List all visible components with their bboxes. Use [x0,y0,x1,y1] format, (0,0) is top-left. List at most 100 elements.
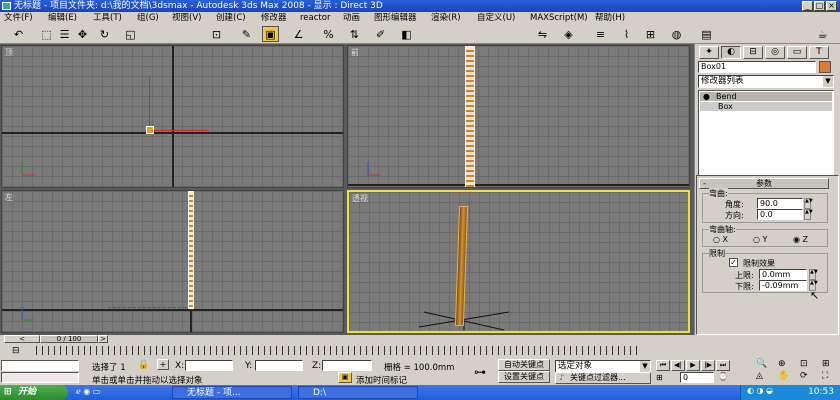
orbit-icon[interactable]: ⟳ [800,371,820,381]
curve-editor-icon[interactable]: ⌇ [618,26,635,42]
set-key-button[interactable]: 设置关键点 [498,371,550,383]
rotate-icon[interactable]: ↻ [96,26,113,42]
prev-frame-button[interactable]: < [4,335,40,343]
maximize-viewport-icon[interactable]: ⛶ [822,371,840,381]
hierarchy-tab-icon[interactable]: ⊟ [743,46,763,59]
viewport-perspective[interactable]: 透视 [347,190,690,333]
maximize-button[interactable]: □ [814,1,825,11]
menu-rendering[interactable]: 渲染(R) [431,12,461,24]
menu-maxscript[interactable]: MAXScript(M) [530,12,588,24]
mirror-icon[interactable]: ◧ [398,26,415,42]
direction-field[interactable]: 0.0 [757,209,803,220]
scale-icon[interactable]: ◱ [122,26,139,42]
menu-group[interactable]: 组(G) [137,12,159,24]
layer-manager-icon[interactable]: ≡ [592,26,609,42]
maxscript-output-field[interactable] [1,372,79,383]
zoom-extents-all-icon[interactable]: ⊞ [822,359,840,369]
pan-icon[interactable]: ✋ [778,371,798,381]
mirror-tool-icon[interactable]: ⇋ [534,26,551,42]
light-bulb-icon[interactable]: ● [703,92,710,101]
maxscript-listener-field[interactable] [1,360,79,371]
menu-create[interactable]: 创建(C) [216,12,246,24]
axis-x-radio[interactable]: ○ X [713,235,728,244]
create-tab-icon[interactable]: ✦ [699,46,719,59]
menu-animation[interactable]: 动画 [343,12,360,24]
close-button[interactable]: × [826,1,837,11]
select-object-icon[interactable]: ⬚ [38,26,55,42]
percent-snap-icon[interactable]: % [320,26,337,42]
key-filters-button[interactable]: ♪ 关键点过滤器... [555,372,651,384]
spinner-snap-icon[interactable]: ⇅ [346,26,363,42]
prev-key-icon[interactable]: ◀| [671,360,685,371]
menu-graph-editors[interactable]: 图形编辑器 [374,12,417,24]
selected-box-top[interactable] [146,126,154,134]
track-bar-toggle-icon[interactable]: ⊟ [12,346,26,357]
pivot-icon[interactable]: ⊡ [208,26,225,42]
taskbar-item-3dsmax[interactable]: 无标题 - 项... [172,386,292,399]
select-manipulate-icon[interactable]: ✎ [238,26,255,42]
key-mode-toggle-icon[interactable]: ⊞ [656,373,668,383]
render-setup-icon[interactable]: ▤ [698,26,715,42]
snap-toggle-icon[interactable]: ▣ [262,26,279,42]
zoom-all-icon[interactable]: ⊕ [778,359,798,369]
utilities-tab-icon[interactable]: T [809,46,829,59]
stack-item-box[interactable]: Box [700,102,832,111]
goto-start-icon[interactable]: ⏮ [656,360,670,371]
object-name-field[interactable]: Box01 [698,61,816,73]
stack-item-bend[interactable]: ● Bend [700,92,832,101]
upper-limit-field[interactable]: 0.0mm [759,269,807,280]
key-mode-icon[interactable]: ⊶ [474,365,486,379]
track-bar[interactable] [36,346,640,355]
bent-box-left[interactable] [188,191,194,309]
move-icon[interactable]: ✥ [74,26,91,42]
edit-named-sel-icon[interactable]: ✐ [372,26,389,42]
goto-end-icon[interactable]: ⏭ [716,360,730,371]
menu-file[interactable]: 文件(F) [4,12,33,24]
next-frame-button[interactable]: > [98,335,108,343]
limit-effect-checkbox[interactable]: ✓ [729,258,738,267]
viewport-left[interactable]: 左 [1,190,344,333]
absolute-mode-icon[interactable]: + [157,359,169,370]
menu-help[interactable]: 帮助(H) [595,12,625,24]
start-button[interactable]: ⊞ 开始 [0,385,68,400]
time-config-icon[interactable]: ⌚ [718,372,732,383]
play-icon[interactable]: ▶ [686,360,700,371]
angle-field[interactable]: 90.0 [757,198,803,209]
modify-tab-icon[interactable]: ◐ [721,46,741,59]
object-color-swatch[interactable] [819,61,831,73]
undo-icon[interactable]: ↶ [10,26,27,42]
zoom-icon[interactable]: 🔍 [756,359,776,369]
material-editor-icon[interactable]: ◍ [668,26,685,42]
y-coord-field[interactable] [255,360,303,371]
minimize-button[interactable]: _ [802,1,813,11]
viewport-top[interactable]: 顶 [1,45,344,188]
axis-z-radio[interactable]: ◉ Z [793,235,808,244]
menu-edit[interactable]: 编辑(E) [48,12,77,24]
menu-customize[interactable]: 自定义(U) [477,12,515,24]
menu-views[interactable]: 视图(V) [172,12,201,24]
align-icon[interactable]: ◈ [560,26,577,42]
viewport-front[interactable]: 前 [347,45,690,188]
motion-tab-icon[interactable]: ◎ [765,46,785,59]
modifier-list-select[interactable]: 修改器列表 ▼ [698,75,834,88]
time-tag-icon[interactable]: ▣ [338,372,352,383]
bent-box-front[interactable] [465,46,475,187]
menu-tools[interactable]: 工具(T) [93,12,122,24]
ie-icon[interactable]: ℯ [76,387,81,396]
schematic-icon[interactable]: ⊞ [642,26,659,42]
lock-selection-icon[interactable]: 🔒 [138,360,149,370]
z-coord-field[interactable] [322,360,372,371]
axis-y-radio[interactable]: ○ Y [753,235,767,244]
taskbar-item-explorer[interactable]: D:\ [298,386,418,399]
select-by-name-icon[interactable]: ☰ [56,26,73,42]
explorer-icon[interactable]: ▭ [93,387,101,396]
angle-snap-icon[interactable]: ∠ [290,26,307,42]
display-tab-icon[interactable]: ▭ [787,46,807,59]
angle-spinner[interactable]: ▲▼ [804,198,813,209]
lower-limit-field[interactable]: -0.09mm [759,280,807,291]
direction-spinner[interactable]: ▲▼ [804,209,813,220]
fov-icon[interactable]: ◬ [756,371,776,381]
x-coord-field[interactable] [185,360,233,371]
quick-render-icon[interactable]: ☕ [814,26,831,42]
auto-key-button[interactable]: 自动关键点 [498,359,550,371]
